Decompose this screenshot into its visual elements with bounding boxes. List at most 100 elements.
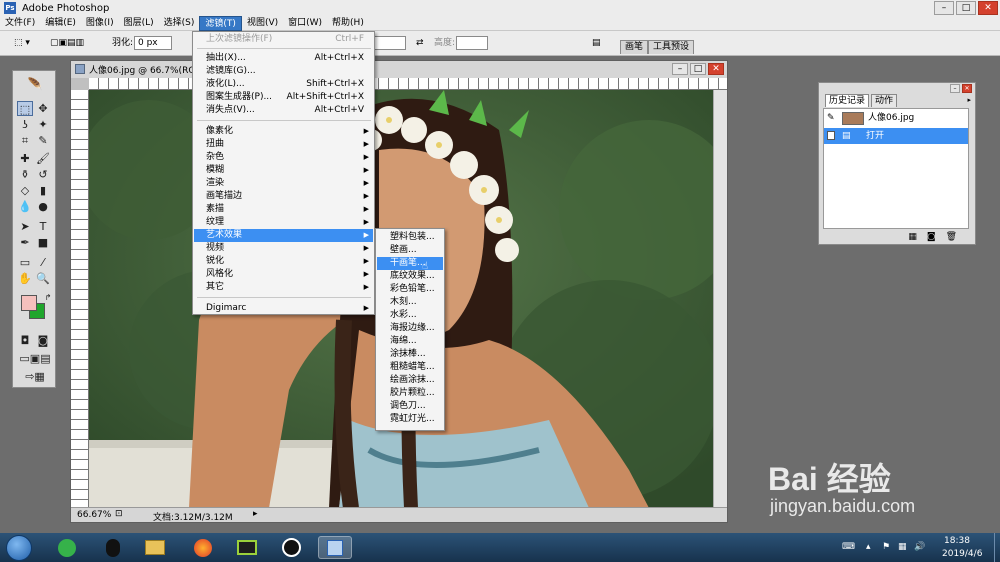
panel-menu-icon[interactable]: ▸ <box>967 96 971 104</box>
filter-item-last[interactable]: 上次滤镜操作(F) Ctrl+F <box>194 33 373 46</box>
maximize-button[interactable]: □ <box>956 1 976 15</box>
menu-filter[interactable]: 滤镜(T) <box>199 15 242 31</box>
filter-item-artistic[interactable]: 艺术效果 ▶ <box>194 229 373 242</box>
panel-close-button[interactable]: ✕ <box>962 84 972 93</box>
artistic-item[interactable]: 霓虹灯光... <box>377 413 443 426</box>
filter-item-extract[interactable]: 抽出(X)... Alt+Ctrl+X <box>194 52 373 65</box>
artistic-item[interactable]: 胶片颗粒... <box>377 387 443 400</box>
filter-item-stylize[interactable]: 风格化 ▶ <box>194 268 373 281</box>
minimize-button[interactable]: – <box>934 1 954 15</box>
status-arrow-icon[interactable]: ▸ <box>253 509 258 519</box>
swap-colors-icon[interactable]: ↱ <box>43 293 53 303</box>
tray-flag-icon[interactable]: ⚑ <box>882 542 890 552</box>
filter-item-digimarc[interactable]: Digimarc ▶ <box>194 302 373 315</box>
show-desktop-button[interactable] <box>994 533 1000 562</box>
doc-maximize-button[interactable]: □ <box>690 63 706 75</box>
filter-item-render[interactable]: 渲染 ▶ <box>194 177 373 190</box>
artistic-item[interactable]: 海绵... <box>377 335 443 348</box>
doc-close-button[interactable]: ✕ <box>708 63 724 75</box>
clock-date[interactable]: 2019/4/6 <box>942 549 982 559</box>
selection-mode-icons[interactable]: ▢▣▤▥ <box>50 37 84 50</box>
type-tool-icon[interactable]: T <box>35 219 51 234</box>
filter-item-brush-strokes[interactable]: 画笔描边 ▶ <box>194 190 373 203</box>
feather-input[interactable]: 0 px <box>134 36 172 50</box>
panel-minimize-button[interactable]: – <box>950 84 960 93</box>
taskbar-browser-360[interactable] <box>50 536 84 559</box>
menu-select[interactable]: 选择(S) <box>159 16 200 31</box>
brush-tool-icon[interactable]: 🖌 <box>35 151 51 166</box>
notes-tool-icon[interactable]: ▭ <box>17 255 33 270</box>
history-step[interactable]: ▤ 打开 <box>824 128 968 144</box>
tab-tool-presets[interactable]: 工具预设 <box>648 40 695 54</box>
artistic-item[interactable]: 粗糙蜡笔... <box>377 361 443 374</box>
menu-file[interactable]: 文件(F) <box>0 16 40 31</box>
zoom-level[interactable]: 66.67% <box>77 510 111 520</box>
brush-source-icon[interactable]: ✎ <box>827 110 835 126</box>
tab-history[interactable]: 历史记录 <box>825 94 870 107</box>
artistic-item[interactable]: 彩色铅笔... <box>377 283 443 296</box>
menu-view[interactable]: 视图(V) <box>242 16 283 31</box>
new-document-from-state-icon[interactable]: ▦ <box>908 232 917 242</box>
healing-brush-icon[interactable]: ✚ <box>17 151 33 166</box>
step-checkbox[interactable] <box>827 131 835 140</box>
status-menu-icon[interactable]: ⊡ <box>115 509 123 519</box>
filter-item-other[interactable]: 其它 ▶ <box>194 281 373 294</box>
zoom-tool-icon[interactable]: 🔍 <box>35 271 51 286</box>
artistic-item-dry-brush[interactable]: 干画笔... <box>377 257 443 270</box>
clone-stamp-icon[interactable]: ⚱ <box>17 167 33 182</box>
filter-item-gallery[interactable]: 滤镜库(G)... <box>194 65 373 78</box>
doc-minimize-button[interactable]: – <box>672 63 688 75</box>
crop-tool-icon[interactable]: ⌗ <box>17 133 33 148</box>
lasso-tool-icon[interactable]: ʖ <box>17 117 33 132</box>
filter-item-video[interactable]: 视频 ▶ <box>194 242 373 255</box>
filter-item-liquify[interactable]: 液化(L)... Shift+Ctrl+X <box>194 78 373 91</box>
foreground-color-swatch[interactable] <box>21 295 37 311</box>
shape-tool-icon[interactable]: ■ <box>35 235 51 250</box>
height-input[interactable] <box>456 36 488 50</box>
taskbar-photoshop[interactable] <box>318 536 352 559</box>
quick-mask-icon[interactable]: ◙ <box>35 333 51 348</box>
tray-keyboard-icon[interactable]: ⌨ <box>842 542 855 552</box>
taskbar-qq[interactable] <box>96 536 130 559</box>
filter-item-noise[interactable]: 杂色 ▶ <box>194 151 373 164</box>
start-button[interactable] <box>6 535 32 561</box>
artistic-item[interactable]: 调色刀... <box>377 400 443 413</box>
slice-tool-icon[interactable]: ✎ <box>35 133 51 148</box>
screen-mode-icons[interactable]: ▭▣▤ <box>17 351 53 366</box>
history-brush-icon[interactable]: ↺ <box>35 167 51 182</box>
tray-network-icon[interactable]: ▦ <box>898 542 907 552</box>
tray-expand-icon[interactable]: ▴ <box>866 542 871 552</box>
new-snapshot-icon[interactable]: ◙ <box>927 232 936 242</box>
pen-tool-icon[interactable]: ✒ <box>17 235 33 250</box>
artistic-item[interactable]: 底纹效果... <box>377 270 443 283</box>
marquee-tool-icon[interactable]: ⬚ ▾ <box>14 37 30 50</box>
magic-wand-icon[interactable]: ✦ <box>35 117 51 132</box>
tab-actions[interactable]: 动作 <box>871 94 898 107</box>
swap-icon[interactable]: ⇄ <box>416 37 424 50</box>
gradient-tool-icon[interactable]: ▮ <box>35 183 51 198</box>
trash-icon[interactable]: 🗑 <box>946 232 957 242</box>
filter-item-pattern-maker[interactable]: 图案生成器(P)... Alt+Shift+Ctrl+X <box>194 91 373 104</box>
width-input[interactable] <box>372 36 406 50</box>
clock-time[interactable]: 18:38 <box>944 536 970 546</box>
blur-tool-icon[interactable]: 💧 <box>17 199 33 214</box>
jump-to-imageready-icon[interactable]: ⇨▦ <box>17 369 53 384</box>
eraser-tool-icon[interactable]: ◇ <box>17 183 33 198</box>
artistic-item[interactable]: 水彩... <box>377 309 443 322</box>
menu-layer[interactable]: 图层(L) <box>119 16 159 31</box>
history-snapshot[interactable]: ✎ 人像06.jpg <box>824 110 968 126</box>
artistic-item[interactable]: 塑料包装... <box>377 231 443 244</box>
move-tool-icon[interactable]: ✥ <box>35 101 51 116</box>
rect-marquee-icon[interactable]: ⬚ <box>17 101 33 116</box>
taskbar-explorer[interactable] <box>138 536 172 559</box>
artistic-item[interactable]: 涂抹棒... <box>377 348 443 361</box>
filter-item-sketch[interactable]: 素描 ▶ <box>194 203 373 216</box>
filter-item-distort[interactable]: 扭曲 ▶ <box>194 138 373 151</box>
menu-edit[interactable]: 编辑(E) <box>40 16 81 31</box>
tray-volume-icon[interactable]: 🔊 <box>914 542 925 552</box>
filter-item-vanishing-point[interactable]: 消失点(V)... Alt+Ctrl+V <box>194 104 373 117</box>
vertical-scrollbar[interactable] <box>713 90 727 508</box>
standard-mode-icon[interactable]: ◘ <box>17 333 33 348</box>
taskbar-firefox[interactable] <box>186 536 220 559</box>
menu-window[interactable]: 窗口(W) <box>283 16 327 31</box>
